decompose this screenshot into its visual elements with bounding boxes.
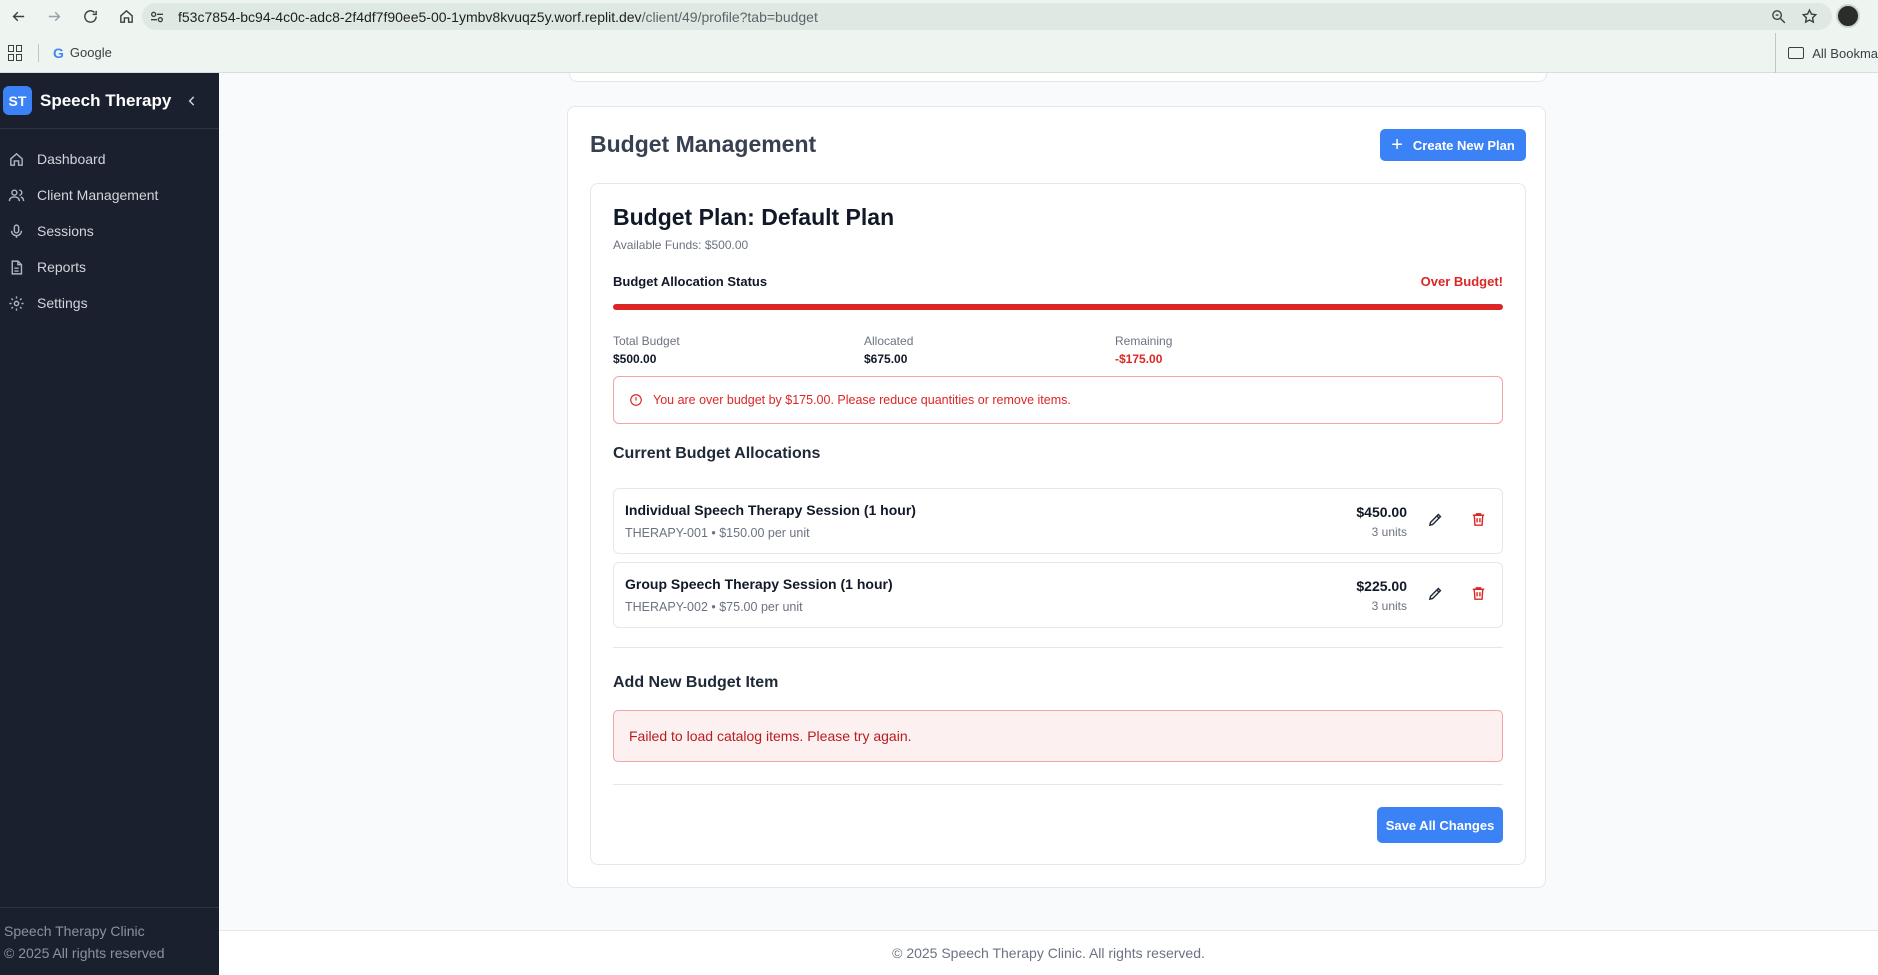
brand-logo: ST [3,86,32,115]
section-divider [613,784,1503,785]
url-path: /client/49/profile?tab=budget [641,8,818,25]
create-new-plan-label: Create New Plan [1412,137,1515,153]
stat-total-budget: Total Budget $500.00 [613,332,680,368]
stat-value: $500.00 [613,352,657,366]
alert-circle-icon [630,394,642,406]
allocation-meta: THERAPY-002 • $75.00 per unit [625,600,803,614]
bookmark-star-icon[interactable] [1801,8,1818,25]
trash-icon[interactable] [1470,511,1490,531]
sidebar-brand: ST Speech Therapy [0,73,219,129]
over-budget-alert-text: You are over budget by $175.00. Please r… [653,393,1071,407]
folder-icon [1788,47,1805,59]
available-funds: Available Funds: $500.00 [613,238,749,252]
apps-grid-icon[interactable] [8,44,24,61]
site-settings-icon[interactable] [142,9,172,25]
collapse-sidebar-icon[interactable] [185,94,199,108]
budget-progress-fill [613,304,1503,310]
budget-management-card: Budget Management + Create New Plan Budg… [567,106,1546,888]
file-icon [11,259,23,275]
zoom-icon[interactable] [1770,8,1787,25]
stat-allocated: Allocated $675.00 [864,332,913,368]
over-budget-badge: Over Budget! [1420,274,1503,289]
allocation-amount: $450.00 [1356,504,1407,520]
all-bookmarks[interactable]: All Bookma [1775,33,1878,73]
sidebar-footer: Speech Therapy Clinic © 2025 All rights … [0,907,219,975]
stat-label: Remaining [1115,334,1173,348]
plus-icon: + [1391,134,1403,156]
section-divider [613,647,1503,648]
allocation-amount: $225.00 [1356,578,1407,594]
plan-title: Budget Plan: Default Plan [613,204,895,230]
mic-icon [10,223,23,238]
page-footer: © 2025 Speech Therapy Clinic. All rights… [219,930,1878,975]
trash-icon[interactable] [1470,585,1490,605]
allocation-units: 3 units [1371,525,1407,539]
stat-value: -$175.00 [1115,352,1163,366]
reload-icon[interactable] [72,0,108,33]
forward-icon[interactable] [36,0,72,33]
allocation-units: 3 units [1371,599,1407,613]
budget-plan-panel: Budget Plan: Default Plan Available Fund… [590,183,1526,865]
stat-remaining: Remaining -$175.00 [1115,332,1172,368]
sidebar-item-label: Dashboard [37,151,106,167]
allocation-meta: THERAPY-001 • $150.00 per unit [625,526,810,540]
allocation-name: Individual Speech Therapy Session (1 hou… [625,502,916,518]
bookmark-google[interactable]: G Google [53,45,112,61]
sidebar-item-label: Client Management [37,187,159,203]
profile-avatar[interactable] [1836,4,1860,28]
catalog-error-alert: Failed to load catalog items. Please try… [613,710,1503,762]
url-text: f53c7854-bc94-4c0c-adc8-2f4df7f90ee5-00-… [178,9,818,25]
allocation-row: Group Speech Therapy Session (1 hour) TH… [613,562,1503,628]
bookmark-separator [38,43,39,62]
brand-name: Speech Therapy [40,90,172,110]
stat-value: $675.00 [864,352,908,366]
browser-toolbar: f53c7854-bc94-4c0c-adc8-2f4df7f90ee5-00-… [0,0,1878,33]
sidebar-item-label: Settings [37,295,88,311]
back-icon[interactable] [0,0,36,33]
page-title: Budget Management [590,131,817,157]
edit-icon[interactable] [1427,585,1447,605]
create-new-plan-button[interactable]: + Create New Plan [1380,129,1526,161]
home-icon [10,152,23,166]
sidebar-item-label: Sessions [37,223,94,239]
sidebar-item-settings[interactable]: Settings [0,285,219,321]
stat-label: Total Budget [613,334,680,348]
catalog-error-text: Failed to load catalog items. Please try… [629,728,912,744]
sidebar-item-reports[interactable]: Reports [0,249,219,285]
allocation-status-label: Budget Allocation Status [613,274,768,289]
current-allocations-title: Current Budget Allocations [613,445,821,462]
budget-progress-bar [613,304,1503,310]
url-host: f53c7854-bc94-4c0c-adc8-2f4df7f90ee5-00-… [178,8,642,25]
over-budget-alert: You are over budget by $175.00. Please r… [613,376,1503,424]
sidebar-nav: Dashboard Client Management Sessions Rep… [0,129,219,321]
save-all-changes-button[interactable]: Save All Changes [1377,807,1503,843]
sidebar-item-label: Reports [37,259,87,275]
edit-icon[interactable] [1427,511,1447,531]
users-icon [8,188,25,201]
address-bar[interactable]: f53c7854-bc94-4c0c-adc8-2f4df7f90ee5-00-… [142,3,1832,30]
google-icon: G [53,44,64,61]
sidebar: ST Speech Therapy Dashboard Client Manag… [0,73,219,975]
previous-card-edge [569,73,1547,82]
stat-label: Allocated [864,334,914,348]
bookmarks-bar: G Google All Bookma [0,33,1878,73]
allocation-row: Individual Speech Therapy Session (1 hou… [613,488,1503,554]
sidebar-item-dashboard[interactable]: Dashboard [0,141,219,177]
gear-icon [9,295,24,311]
bookmark-google-label: Google [69,45,112,60]
main-content: Budget Management + Create New Plan Budg… [219,73,1878,975]
sidebar-footer-clinic: Speech Therapy Clinic [4,923,145,939]
sidebar-footer-copyright: © 2025 All rights reserved [4,945,165,961]
add-budget-item-title: Add New Budget Item [613,674,779,691]
all-bookmarks-label: All Bookma [1812,45,1878,61]
home-icon[interactable] [108,0,144,33]
sidebar-item-sessions[interactable]: Sessions [0,213,219,249]
allocation-name: Group Speech Therapy Session (1 hour) [625,576,893,592]
sidebar-item-client-management[interactable]: Client Management [0,177,219,213]
